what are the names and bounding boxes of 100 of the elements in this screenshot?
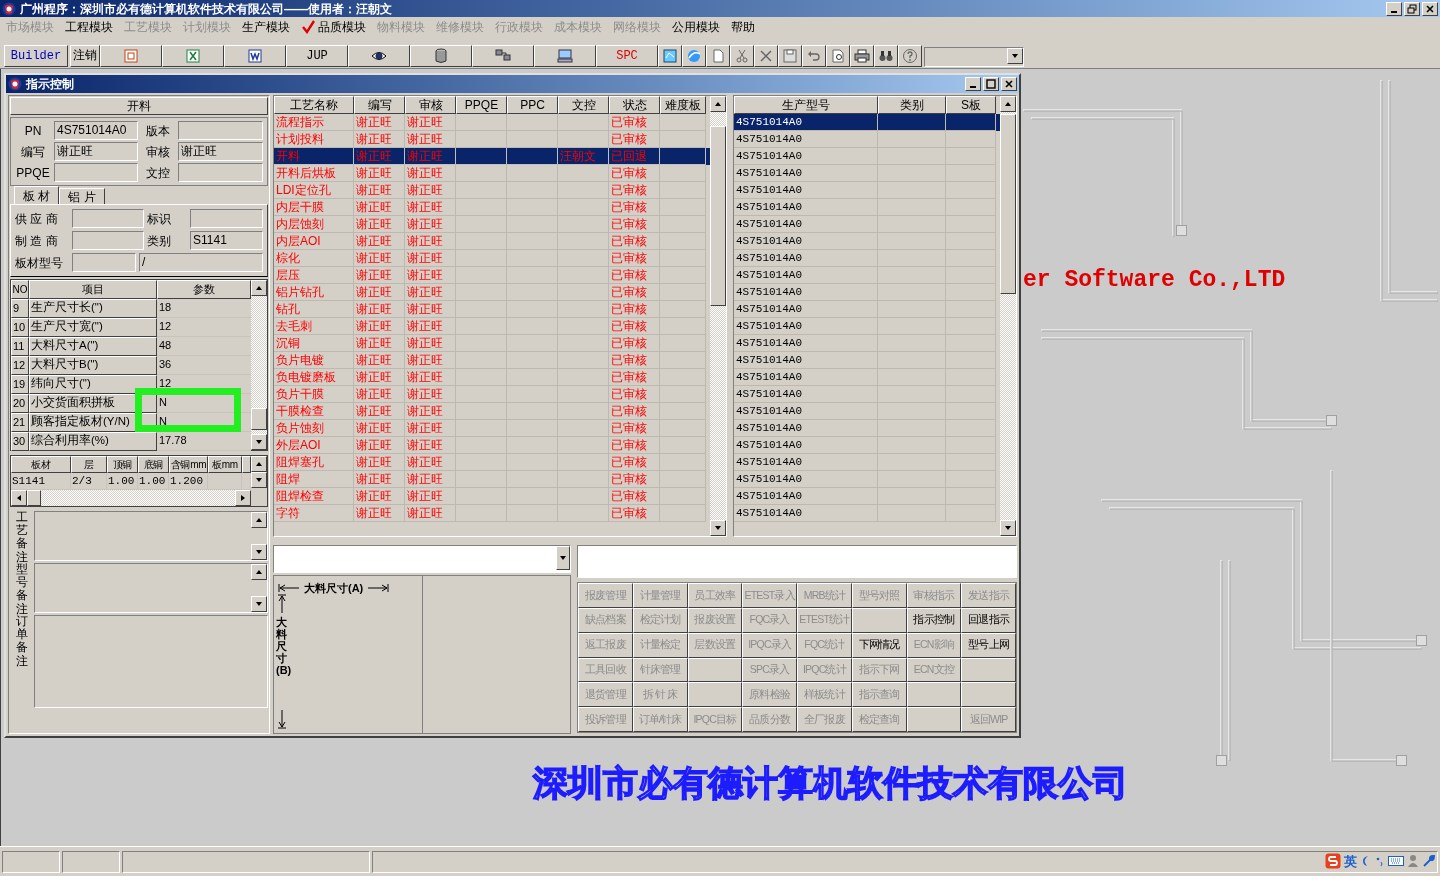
table-row[interactable]: 4S751014A0 bbox=[734, 352, 1000, 369]
text-area[interactable] bbox=[34, 511, 268, 561]
column-header[interactable]: 审核 bbox=[405, 96, 456, 114]
table-row[interactable]: 4S751014A0 bbox=[734, 369, 1000, 386]
column-header[interactable]: 层 bbox=[71, 456, 107, 473]
toolbar-button[interactable] bbox=[534, 45, 596, 67]
function-button[interactable]: 回退指示 bbox=[961, 607, 1016, 633]
table-row[interactable]: 4S751014A0 bbox=[734, 284, 1000, 301]
toolbar-button[interactable]: Builder bbox=[4, 45, 68, 67]
table-row[interactable]: 4S751014A0 bbox=[734, 471, 1000, 488]
column-header[interactable]: 板mm bbox=[208, 456, 242, 473]
toolbar-button[interactable] bbox=[224, 45, 286, 67]
table-row[interactable]: 4S751014A0 bbox=[734, 267, 1000, 284]
toolbar-button[interactable] bbox=[658, 45, 682, 67]
table-row[interactable]: 4S751014A0 bbox=[734, 131, 1000, 148]
input-mode-label[interactable]: 英 bbox=[1344, 851, 1357, 871]
table-row[interactable]: 开料 谢正旺 谢正旺 汪朝文 已回退 bbox=[274, 148, 710, 165]
column-header[interactable]: 生产型号 bbox=[734, 96, 878, 114]
table-row[interactable]: 4S751014A0 bbox=[734, 505, 1000, 522]
table-row[interactable]: 负片电镀 谢正旺 谢正旺 已审核 bbox=[274, 352, 710, 369]
restore-button[interactable] bbox=[1404, 1, 1420, 16]
table-row[interactable]: 4S751014A0 bbox=[734, 114, 1000, 131]
column-header[interactable]: PPQE bbox=[456, 96, 507, 114]
table-row[interactable]: 层压 谢正旺 谢正旺 已审核 bbox=[274, 267, 710, 284]
table-row[interactable]: 棕化 谢正旺 谢正旺 已审核 bbox=[274, 250, 710, 267]
table-row[interactable]: 钻孔 谢正旺 谢正旺 已审核 bbox=[274, 301, 710, 318]
scroll-arrow-button[interactable] bbox=[251, 596, 267, 612]
toolbar-button[interactable] bbox=[850, 45, 874, 67]
table-row[interactable]: 内层蚀刻 谢正旺 谢正旺 已审核 bbox=[274, 216, 710, 233]
table-row[interactable]: 4S751014A0 bbox=[734, 437, 1000, 454]
menu-item[interactable]: 工程模块 bbox=[65, 18, 113, 36]
toolbar-button[interactable]: JUP bbox=[286, 45, 348, 67]
column-header[interactable]: 顶铜 bbox=[107, 456, 138, 473]
toolbar-button[interactable] bbox=[100, 45, 162, 67]
scroll-arrow-button[interactable] bbox=[251, 472, 267, 488]
table-row[interactable]: 流程指示 谢正旺 谢正旺 已审核 bbox=[274, 114, 710, 131]
table-row[interactable]: 4S751014A0 bbox=[734, 454, 1000, 471]
input-field[interactable]: 4S751014A0 bbox=[54, 121, 138, 140]
table-row[interactable]: 内层干膜 谢正旺 谢正旺 已审核 bbox=[274, 199, 710, 216]
table-row[interactable]: 沉铜 谢正旺 谢正旺 已审核 bbox=[274, 335, 710, 352]
table-row[interactable]: 4S751014A0 bbox=[734, 233, 1000, 250]
column-header[interactable]: 含铜mm bbox=[169, 456, 208, 473]
scroll-arrow-button[interactable] bbox=[251, 280, 267, 296]
table-row[interactable]: 4S751014A0 bbox=[734, 318, 1000, 335]
table-row[interactable]: 阻焊塞孔 谢正旺 谢正旺 已审核 bbox=[274, 454, 710, 471]
scroll-arrow-button[interactable] bbox=[710, 520, 726, 536]
column-header[interactable]: 编写 bbox=[354, 96, 405, 114]
scroll-arrow-button[interactable] bbox=[710, 96, 726, 112]
text-area[interactable] bbox=[34, 563, 268, 613]
scrollbar[interactable] bbox=[251, 564, 267, 612]
input-field[interactable]: / bbox=[139, 253, 263, 272]
toolbar-button[interactable] bbox=[410, 45, 472, 67]
input-field[interactable] bbox=[72, 209, 144, 228]
scroll-arrow-button[interactable] bbox=[251, 544, 267, 560]
toolbar-button[interactable] bbox=[472, 45, 534, 67]
table-row[interactable]: 4S751014A0 bbox=[734, 182, 1000, 199]
table-row[interactable]: 阻焊 谢正旺 谢正旺 已审核 bbox=[274, 471, 710, 488]
scroll-thumb[interactable] bbox=[1000, 114, 1016, 294]
table-row[interactable]: 4S751014A0 bbox=[734, 488, 1000, 505]
scrollbar[interactable] bbox=[251, 456, 267, 490]
scroll-arrow-button[interactable] bbox=[1007, 48, 1023, 64]
table-row[interactable]: 阻焊检查 谢正旺 谢正旺 已审核 bbox=[274, 488, 710, 505]
toolbar-button[interactable] bbox=[826, 45, 850, 67]
column-header[interactable]: 底铜 bbox=[138, 456, 169, 473]
toolbar-button[interactable]: SPC bbox=[596, 45, 658, 67]
scroll-arrow-button[interactable] bbox=[11, 490, 27, 506]
column-header[interactable]: 状态 bbox=[609, 96, 660, 114]
toolbar-button[interactable] bbox=[706, 45, 730, 67]
column-header[interactable] bbox=[242, 456, 251, 473]
table-row[interactable]: 4S751014A0 bbox=[734, 165, 1000, 182]
table-row[interactable]: 字符 谢正旺 谢正旺 已审核 bbox=[274, 505, 710, 522]
tab[interactable]: 铝 片 bbox=[59, 188, 105, 204]
scrollbar[interactable] bbox=[11, 490, 251, 506]
scroll-arrow-button[interactable] bbox=[235, 490, 251, 506]
toolbar-dropdown[interactable] bbox=[924, 47, 1024, 67]
table-row[interactable]: 4S751014A0 bbox=[734, 148, 1000, 165]
table-row[interactable]: 4S751014A0 bbox=[734, 420, 1000, 437]
table-row[interactable]: 开料后烘板 谢正旺 谢正旺 已审核 bbox=[274, 165, 710, 182]
table-row[interactable]: 铝片钻孔 谢正旺 谢正旺 已审核 bbox=[274, 284, 710, 301]
dropdown[interactable] bbox=[273, 545, 571, 573]
table-row[interactable]: 4S751014A0 bbox=[734, 199, 1000, 216]
table-row[interactable]: 去毛刺 谢正旺 谢正旺 已审核 bbox=[274, 318, 710, 335]
input-field[interactable] bbox=[72, 253, 136, 272]
input-field[interactable]: 谢正旺 bbox=[178, 142, 263, 161]
column-header[interactable]: PPC bbox=[507, 96, 558, 114]
function-button[interactable]: 型号上网 bbox=[961, 632, 1016, 658]
column-header[interactable]: 工艺名称 bbox=[274, 96, 354, 114]
scroll-arrow-button[interactable] bbox=[1000, 96, 1016, 112]
column-header[interactable]: S板 bbox=[946, 96, 996, 114]
toolbar-button[interactable] bbox=[682, 45, 706, 67]
toolbar-button[interactable] bbox=[162, 45, 224, 67]
table-row[interactable]: 4S751014A0 bbox=[734, 403, 1000, 420]
table-row[interactable]: 4S751014A0 bbox=[734, 301, 1000, 318]
toolbar-button[interactable] bbox=[778, 45, 802, 67]
menu-item[interactable]: 品质模块 bbox=[301, 18, 366, 36]
input-field[interactable] bbox=[178, 163, 263, 182]
scroll-arrow-button[interactable] bbox=[1000, 520, 1016, 536]
minimize-button[interactable] bbox=[1386, 1, 1402, 16]
column-header[interactable]: 文控 bbox=[558, 96, 609, 114]
table-row[interactable]: 内层AOI 谢正旺 谢正旺 已审核 bbox=[274, 233, 710, 250]
